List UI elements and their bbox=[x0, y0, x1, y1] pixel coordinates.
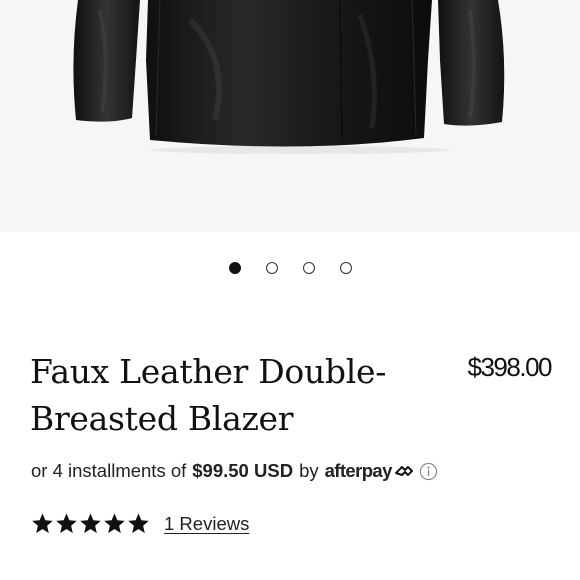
product-price: $398.00 bbox=[467, 352, 553, 382]
afterpay-logo: afterpay bbox=[325, 460, 414, 482]
carousel-dot-4[interactable] bbox=[339, 262, 352, 274]
carousel-dot-1[interactable] bbox=[228, 262, 241, 274]
afterpay-arrows-icon bbox=[394, 466, 413, 476]
installment-amount: $99.50 USD bbox=[192, 460, 294, 481]
afterpay-wordmark: afterpay bbox=[324, 460, 393, 481]
product-image[interactable] bbox=[0, 0, 580, 232]
installment-by: by bbox=[299, 460, 319, 481]
carousel-dot-2[interactable] bbox=[265, 262, 278, 274]
carousel-indicators bbox=[0, 262, 580, 278]
star-icon bbox=[103, 512, 126, 535]
installment-info: or 4 installments of $99.50 USD by after… bbox=[31, 460, 438, 482]
rating-row: 1 Reviews bbox=[31, 512, 249, 535]
carousel-dot-3[interactable] bbox=[302, 262, 315, 274]
star-rating bbox=[31, 512, 150, 535]
installment-prefix: or 4 installments of bbox=[31, 460, 187, 481]
product-title: Faux Leather Double-Breasted Blazer bbox=[30, 352, 387, 438]
star-icon bbox=[127, 512, 150, 535]
jacket-image bbox=[73, 0, 505, 154]
reviews-link[interactable]: 1 Reviews bbox=[164, 513, 249, 535]
info-icon[interactable] bbox=[419, 462, 438, 481]
star-icon bbox=[79, 512, 102, 535]
star-icon bbox=[55, 512, 78, 535]
star-icon bbox=[31, 512, 54, 535]
